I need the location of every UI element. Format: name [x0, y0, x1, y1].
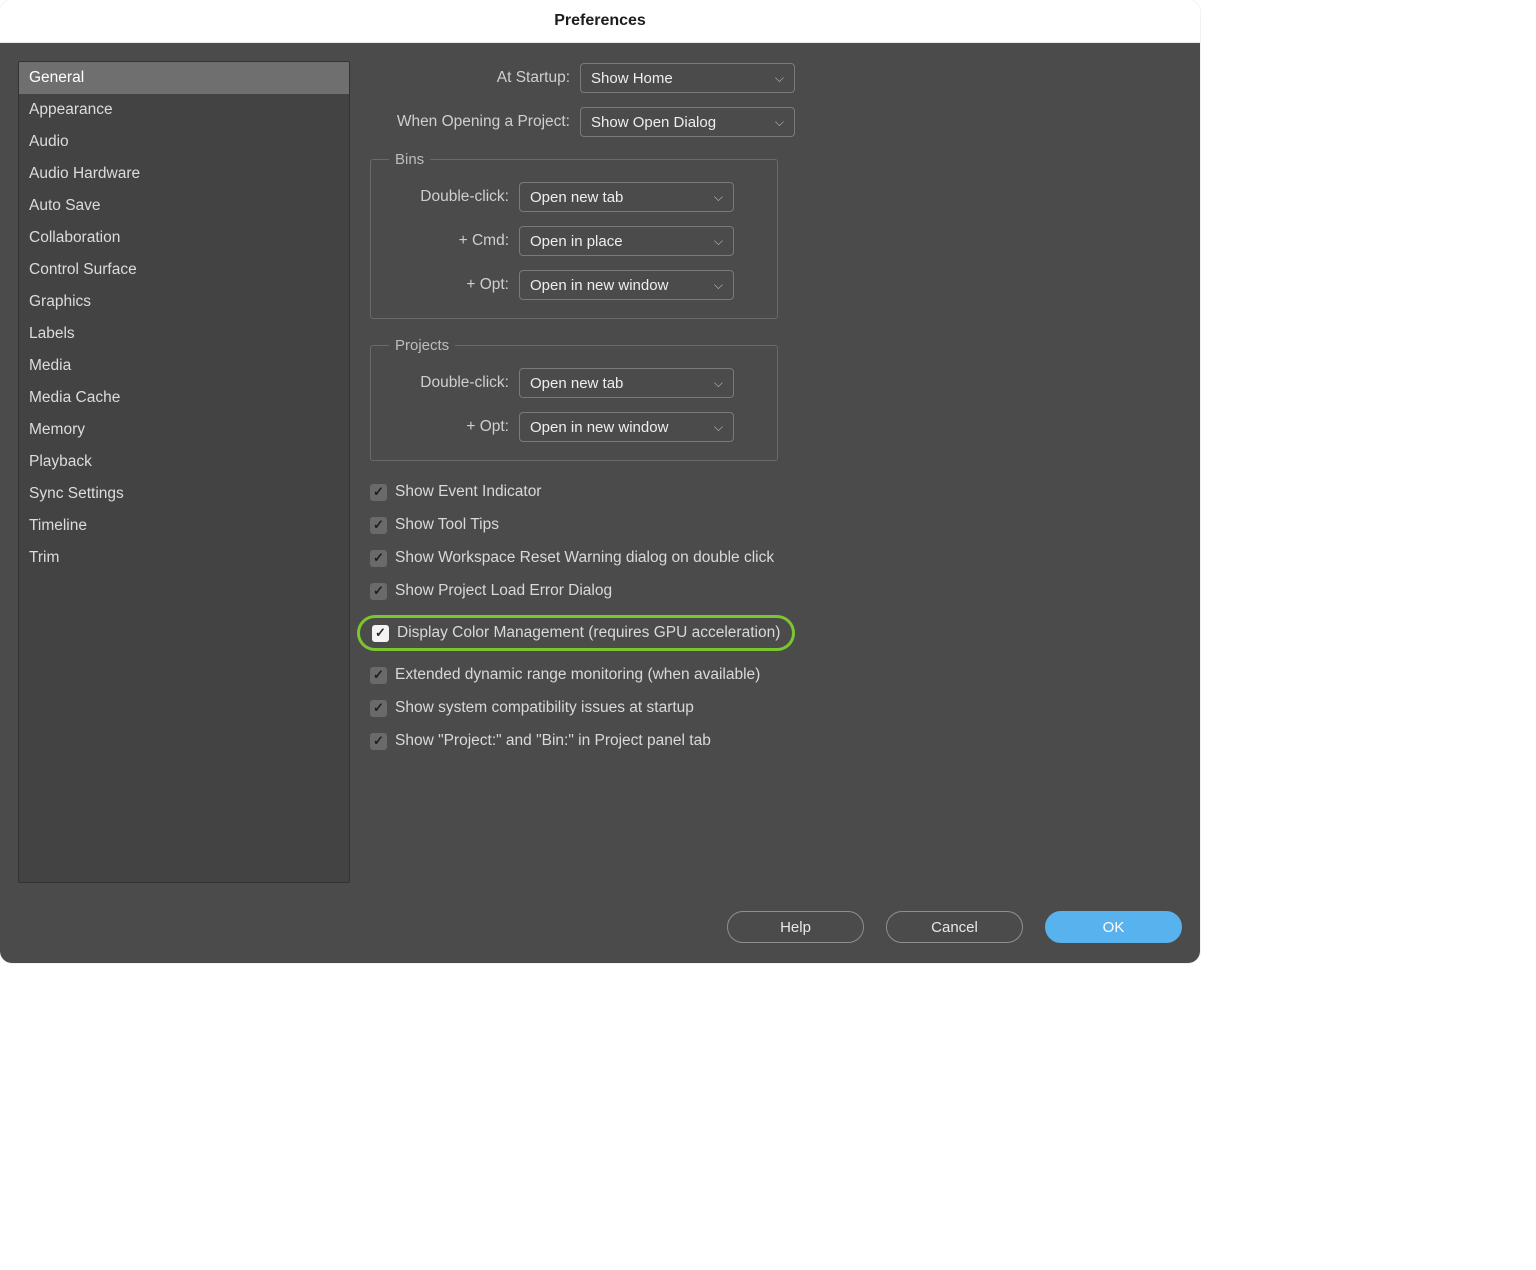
category-sidebar: General Appearance Audio Audio Hardware …	[18, 61, 350, 883]
checkbox-icon: ✓	[370, 733, 387, 750]
sidebar-item-graphics[interactable]: Graphics	[19, 286, 349, 318]
sidebar-item-labels[interactable]: Labels	[19, 318, 349, 350]
label-projects-doubleclick: Double-click:	[389, 374, 509, 392]
checkbox-label: Extended dynamic range monitoring (when …	[395, 666, 760, 684]
label-projects-opt: + Opt:	[389, 418, 509, 436]
dropdown-at-startup[interactable]: Show Home ⌵	[580, 63, 795, 93]
dropdown-value: Open in new window	[530, 277, 668, 294]
chevron-down-icon: ⌵	[714, 376, 723, 391]
checkbox-icon: ✓	[370, 517, 387, 534]
dropdown-bins-cmd[interactable]: Open in place ⌵	[519, 226, 734, 256]
group-bins-legend: Bins	[389, 151, 430, 168]
checkbox-label: Show "Project:" and "Bin:" in Project pa…	[395, 732, 711, 750]
dropdown-projects-doubleclick[interactable]: Open new tab ⌵	[519, 368, 734, 398]
check-show-project-load-error[interactable]: ✓ Show Project Load Error Dialog	[370, 582, 1150, 600]
sidebar-item-media[interactable]: Media	[19, 350, 349, 382]
checkbox-icon: ✓	[370, 667, 387, 684]
sidebar-item-trim[interactable]: Trim	[19, 542, 349, 574]
group-projects: Projects Double-click: Open new tab ⌵ + …	[370, 337, 778, 461]
check-show-system-compatibility[interactable]: ✓ Show system compatibility issues at st…	[370, 699, 1150, 717]
checkbox-label: Show Event Indicator	[395, 483, 541, 501]
dropdown-value: Open new tab	[530, 375, 623, 392]
dropdown-projects-opt[interactable]: Open in new window ⌵	[519, 412, 734, 442]
label-bins-cmd: + Cmd:	[389, 232, 509, 250]
sidebar-item-memory[interactable]: Memory	[19, 414, 349, 446]
label-at-startup: At Startup:	[370, 69, 570, 87]
check-extended-dynamic-range[interactable]: ✓ Extended dynamic range monitoring (whe…	[370, 666, 1150, 684]
dropdown-value: Open new tab	[530, 189, 623, 206]
help-button[interactable]: Help	[727, 911, 864, 943]
dropdown-value: Open in place	[530, 233, 623, 250]
dropdown-value: Open in new window	[530, 419, 668, 436]
highlight-display-color-management: ✓ Display Color Management (requires GPU…	[357, 615, 795, 651]
preferences-window: Preferences General Appearance Audio Aud…	[0, 0, 1200, 963]
checkbox-list: ✓ Show Event Indicator ✓ Show Tool Tips …	[370, 483, 1150, 750]
dropdown-value: Show Open Dialog	[591, 114, 716, 131]
checkbox-label: Display Color Management (requires GPU a…	[397, 624, 780, 642]
sidebar-item-audio[interactable]: Audio	[19, 126, 349, 158]
checkbox-icon: ✓	[370, 583, 387, 600]
check-display-color-management[interactable]: ✓ Display Color Management (requires GPU…	[372, 624, 780, 642]
checkbox-icon: ✓	[372, 625, 389, 642]
checkbox-icon: ✓	[370, 484, 387, 501]
check-show-workspace-reset-warning[interactable]: ✓ Show Workspace Reset Warning dialog on…	[370, 549, 1150, 567]
sidebar-item-media-cache[interactable]: Media Cache	[19, 382, 349, 414]
row-open-project: When Opening a Project: Show Open Dialog…	[370, 107, 1150, 137]
checkbox-icon: ✓	[370, 550, 387, 567]
chevron-down-icon: ⌵	[775, 71, 784, 86]
check-show-event-indicator[interactable]: ✓ Show Event Indicator	[370, 483, 1150, 501]
dropdown-bins-opt[interactable]: Open in new window ⌵	[519, 270, 734, 300]
sidebar-item-playback[interactable]: Playback	[19, 446, 349, 478]
dropdown-bins-doubleclick[interactable]: Open new tab ⌵	[519, 182, 734, 212]
sidebar-item-control-surface[interactable]: Control Surface	[19, 254, 349, 286]
row-at-startup: At Startup: Show Home ⌵	[370, 63, 1150, 93]
sidebar-item-audio-hardware[interactable]: Audio Hardware	[19, 158, 349, 190]
dropdown-value: Show Home	[591, 70, 673, 87]
settings-pane: At Startup: Show Home ⌵ When Opening a P…	[370, 61, 1150, 883]
checkbox-label: Show Project Load Error Dialog	[395, 582, 612, 600]
sidebar-item-appearance[interactable]: Appearance	[19, 94, 349, 126]
sidebar-item-general[interactable]: General	[19, 62, 349, 94]
window-body: General Appearance Audio Audio Hardware …	[0, 43, 1200, 963]
ok-button[interactable]: OK	[1045, 911, 1182, 943]
chevron-down-icon: ⌵	[714, 420, 723, 435]
sidebar-item-auto-save[interactable]: Auto Save	[19, 190, 349, 222]
label-bins-opt: + Opt:	[389, 276, 509, 294]
chevron-down-icon: ⌵	[775, 115, 784, 130]
window-titlebar: Preferences	[0, 0, 1200, 43]
check-show-tool-tips[interactable]: ✓ Show Tool Tips	[370, 516, 1150, 534]
group-bins: Bins Double-click: Open new tab ⌵ + Cmd:…	[370, 151, 778, 319]
label-bins-doubleclick: Double-click:	[389, 188, 509, 206]
checkbox-icon: ✓	[370, 700, 387, 717]
group-projects-legend: Projects	[389, 337, 455, 354]
dialog-footer: Help Cancel OK	[18, 911, 1182, 943]
check-show-project-bin-panel-tab[interactable]: ✓ Show "Project:" and "Bin:" in Project …	[370, 732, 1150, 750]
checkbox-label: Show Workspace Reset Warning dialog on d…	[395, 549, 774, 567]
label-open-project: When Opening a Project:	[370, 113, 570, 131]
cancel-button[interactable]: Cancel	[886, 911, 1023, 943]
checkbox-label: Show system compatibility issues at star…	[395, 699, 694, 717]
content-area: General Appearance Audio Audio Hardware …	[18, 61, 1182, 883]
checkbox-label: Show Tool Tips	[395, 516, 499, 534]
dropdown-open-project[interactable]: Show Open Dialog ⌵	[580, 107, 795, 137]
chevron-down-icon: ⌵	[714, 190, 723, 205]
chevron-down-icon: ⌵	[714, 234, 723, 249]
sidebar-item-collaboration[interactable]: Collaboration	[19, 222, 349, 254]
window-title: Preferences	[554, 12, 646, 30]
chevron-down-icon: ⌵	[714, 278, 723, 293]
sidebar-item-sync-settings[interactable]: Sync Settings	[19, 478, 349, 510]
sidebar-item-timeline[interactable]: Timeline	[19, 510, 349, 542]
